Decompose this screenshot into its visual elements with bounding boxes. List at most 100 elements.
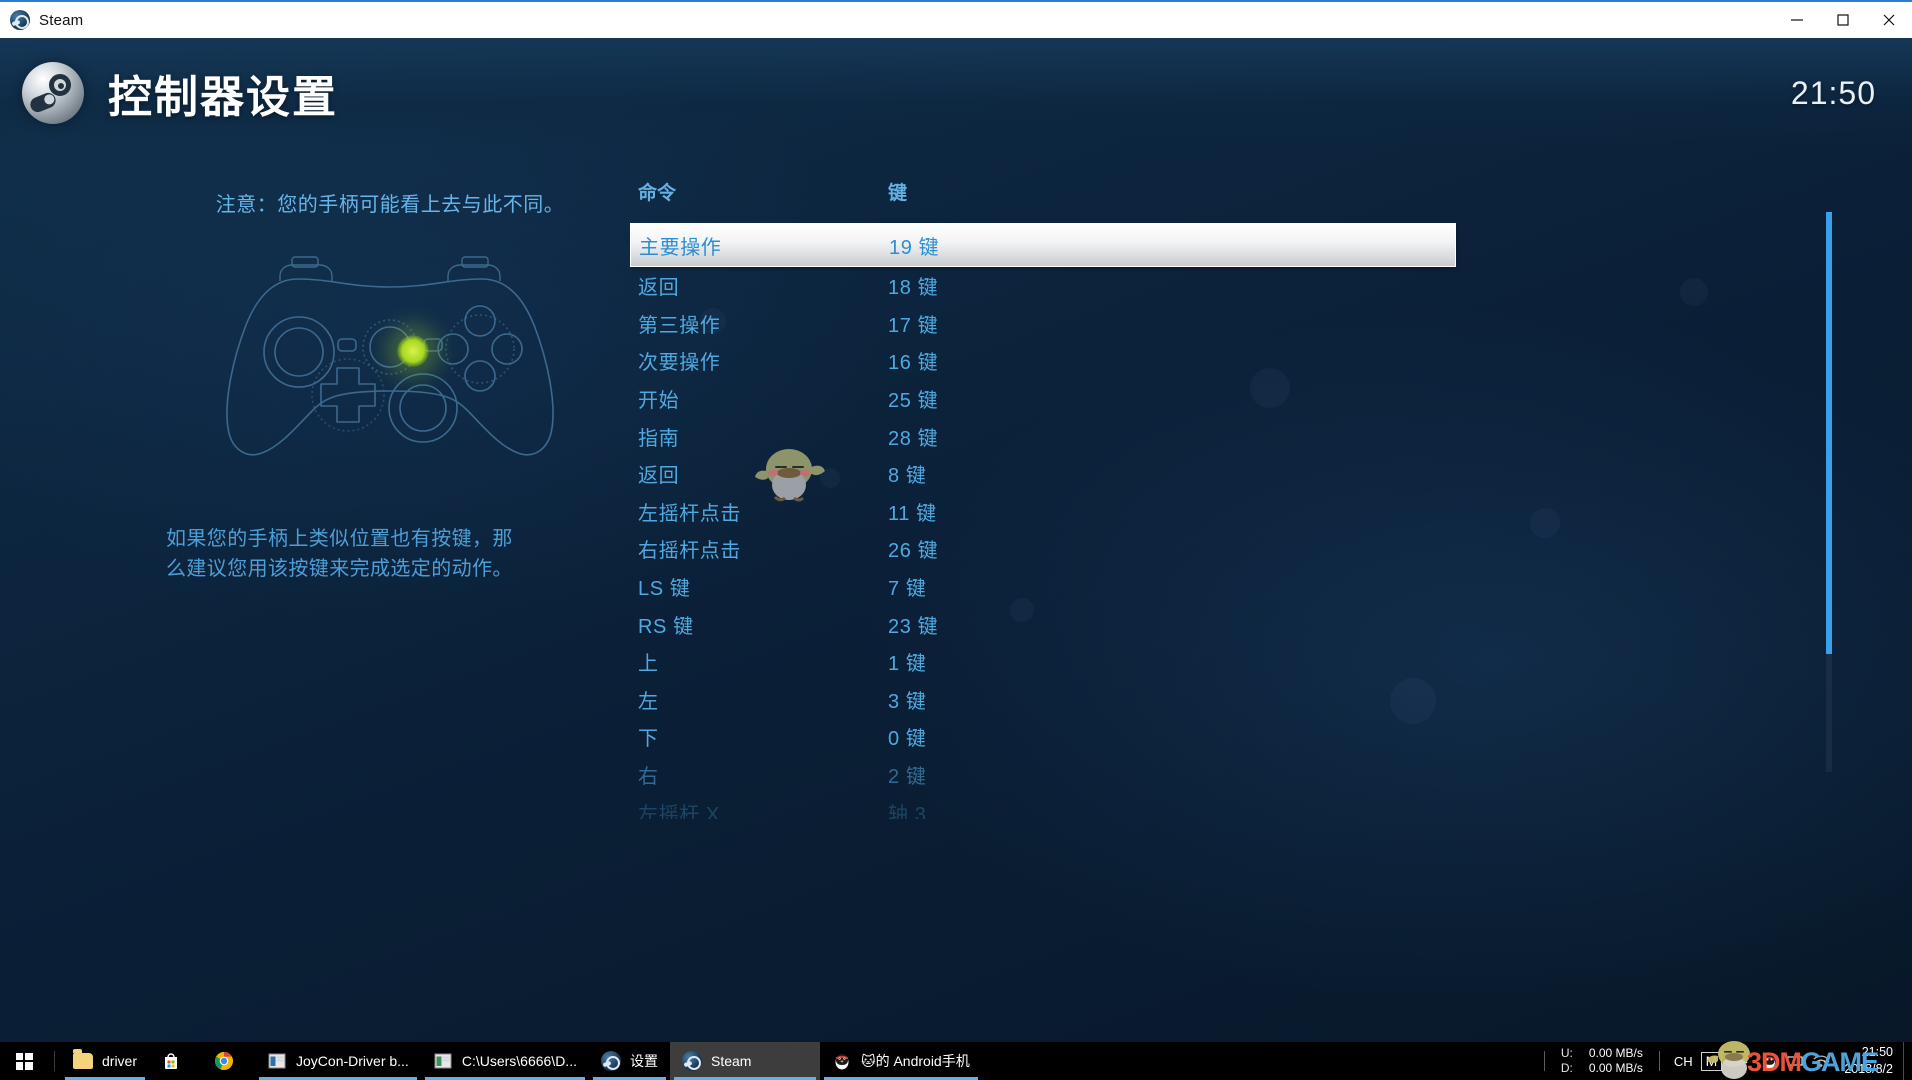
upload-value: 0.00 MB/s	[1589, 1046, 1643, 1061]
table-row[interactable]: 左摇杆 X轴 3	[630, 793, 1820, 819]
table-row[interactable]: 开始25 键	[630, 380, 1820, 418]
download-label: D:	[1561, 1061, 1573, 1076]
qq-icon[interactable]	[1756, 1042, 1782, 1080]
tray-divider	[1659, 1051, 1660, 1071]
windows-taskbar: driver JoyCon-Driver b...	[0, 1042, 1912, 1080]
taskbar-item-steam-settings[interactable]: 设置	[589, 1042, 670, 1080]
close-button[interactable]	[1866, 2, 1912, 38]
row-command: 指南	[638, 422, 888, 451]
ime-language-label: CH	[1674, 1054, 1693, 1069]
table-row[interactable]: 下0 键	[630, 718, 1820, 756]
taskbar-item-explorer-path[interactable]: C:\Users\6666\D...	[421, 1042, 589, 1080]
row-command: 主要操作	[639, 231, 889, 260]
row-command: 右摇杆点击	[638, 534, 888, 563]
taskbar-item-steam[interactable]: Steam	[670, 1042, 820, 1080]
upload-label: U:	[1561, 1046, 1573, 1061]
steam-icon	[10, 10, 30, 30]
taskbar-item-qq-android[interactable]: 🐱的 Android手机	[820, 1042, 982, 1080]
row-key: 0 键	[888, 722, 926, 751]
maximize-button[interactable]	[1820, 2, 1866, 38]
row-key: 16 键	[888, 346, 938, 375]
taskbar-clock[interactable]: 21:50 2018/8/2	[1834, 1044, 1903, 1078]
chevron-up-icon[interactable]	[1730, 1042, 1756, 1080]
table-row[interactable]: 指南28 键	[630, 417, 1820, 455]
row-command: 上	[638, 647, 888, 676]
bindings-table-rows[interactable]: 主要操作19 键返回18 键第三操作17 键次要操作16 键开始25 键指南28…	[630, 223, 1820, 819]
row-command: 左摇杆 X	[638, 798, 888, 819]
row-key: 25 键	[888, 384, 938, 413]
battery-icon[interactable]	[1782, 1042, 1808, 1080]
taskbar-item-joycon-driver[interactable]: JoyCon-Driver b...	[255, 1042, 421, 1080]
row-key: 2 键	[888, 760, 926, 789]
table-row[interactable]: 左3 键	[630, 681, 1820, 719]
controller-hint-text: 如果您的手柄上类似位置也有按键，那 么建议您用该按键来完成选定的动作。	[150, 524, 630, 584]
taskbar-item-label: driver	[102, 1053, 137, 1069]
row-command: 次要操作	[638, 346, 888, 375]
table-row[interactable]: 上1 键	[630, 643, 1820, 681]
windows-logo-icon	[16, 1053, 33, 1070]
taskbar-item-label: JoyCon-Driver b...	[296, 1053, 409, 1069]
chrome-icon	[214, 1051, 234, 1071]
row-command: 开始	[638, 384, 888, 413]
scrollbar-thumb[interactable]	[1826, 212, 1832, 654]
window-title: Steam	[39, 12, 83, 29]
row-command: 返回	[638, 459, 888, 488]
table-row[interactable]: 第三操作17 键	[630, 305, 1820, 343]
xbox-controller-outline-icon	[180, 243, 600, 478]
row-key: 1 键	[888, 647, 926, 676]
ime-indicator[interactable]: CH M	[1666, 1052, 1730, 1071]
window-icon	[433, 1051, 453, 1071]
steam-bigpicture-window: 控制器设置 21:50 注意：您的手柄可能看上去与此不同。	[0, 38, 1912, 1042]
table-row[interactable]: RS 键23 键	[630, 605, 1820, 643]
system-tray: U: D: 0.00 MB/s 0.00 MB/s CH M	[1538, 1042, 1912, 1080]
taskbar-item-chrome[interactable]	[202, 1042, 255, 1080]
taskbar-item-label: 🐱的 Android手机	[861, 1051, 970, 1071]
steam-icon	[682, 1051, 702, 1071]
clock-time: 21:50	[1862, 1044, 1893, 1061]
tray-divider	[1544, 1051, 1545, 1071]
page-header: 控制器设置 21:50	[0, 38, 1912, 148]
titlebar-left: Steam	[0, 10, 1774, 30]
row-key: 26 键	[888, 534, 938, 563]
taskbar-item-store[interactable]	[149, 1042, 202, 1080]
page-title: 控制器设置	[108, 61, 338, 125]
download-value: 0.00 MB/s	[1589, 1061, 1643, 1076]
table-row[interactable]: 返回18 键	[630, 267, 1820, 305]
window-icon	[267, 1051, 287, 1071]
table-row[interactable]: 返回8 键	[630, 455, 1820, 493]
table-row[interactable]: 右2 键	[630, 756, 1820, 794]
table-row[interactable]: 次要操作16 键	[630, 342, 1820, 380]
network-speed-monitor[interactable]: U: D: 0.00 MB/s 0.00 MB/s	[1551, 1046, 1653, 1076]
column-header-key: 键	[888, 178, 1088, 205]
show-desktop-button[interactable]	[1903, 1042, 1912, 1080]
row-key: 7 键	[888, 572, 926, 601]
table-row[interactable]: LS 键7 键	[630, 568, 1820, 606]
table-row[interactable]: 右摇杆点击26 键	[630, 530, 1820, 568]
row-key: 8 键	[888, 459, 926, 488]
column-header-command: 命令	[638, 178, 888, 205]
table-row[interactable]: 主要操作19 键	[630, 223, 1456, 267]
wifi-icon[interactable]	[1808, 1042, 1834, 1080]
clock-date: 2018/8/2	[1844, 1061, 1893, 1078]
row-key: 23 键	[888, 610, 938, 639]
store-icon	[161, 1051, 181, 1071]
header-clock: 21:50	[1791, 75, 1876, 112]
row-command: 返回	[638, 271, 888, 300]
controller-notice-text: 注意：您的手柄可能看上去与此不同。	[150, 188, 630, 217]
row-command: 左摇杆点击	[638, 497, 888, 526]
table-row[interactable]: 左摇杆点击11 键	[630, 493, 1820, 531]
row-command: LS 键	[638, 572, 888, 601]
highlighted-button-indicator	[397, 335, 429, 367]
ime-mode-label: M	[1701, 1052, 1723, 1071]
taskbar-item-driver[interactable]: driver	[61, 1042, 149, 1080]
start-button[interactable]	[0, 1042, 48, 1080]
row-key: 11 键	[888, 497, 937, 526]
bindings-panel: 命令 键 主要操作19 键返回18 键第三操作17 键次要操作16 键开始25 …	[630, 178, 1820, 808]
row-command: RS 键	[638, 610, 888, 639]
minimize-button[interactable]	[1774, 2, 1820, 38]
steam-logo-icon	[22, 62, 84, 124]
taskbar-divider	[54, 1051, 55, 1071]
taskbar-item-label: Steam	[711, 1053, 751, 1069]
row-key: 17 键	[888, 309, 938, 338]
controller-hint-line-2: 么建议您用该按键来完成选定的动作。	[166, 554, 630, 584]
